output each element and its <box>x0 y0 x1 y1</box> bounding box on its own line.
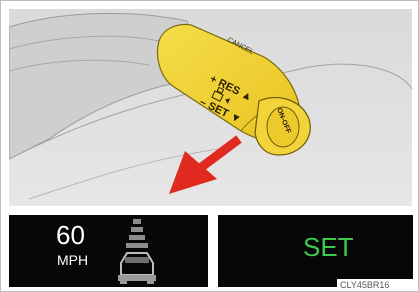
speed-unit-label: MPH <box>57 252 89 268</box>
image-code-label: CLY45BR16 <box>337 279 417 291</box>
vehicle-distance-icon <box>118 219 156 284</box>
speed-display-panel: 60 MPH <box>9 215 208 287</box>
cruise-set-indicator: SET <box>303 232 354 262</box>
figure-frame: CANCEL + RES ▲ – SET ▼ ON-OFF 60 MPH SET… <box>0 0 419 292</box>
status-display-panel: SET <box>218 215 413 287</box>
cruise-lever-illustration: CANCEL + RES ▲ – SET ▼ ON-OFF <box>9 9 412 206</box>
set-speed-value: 60 <box>56 220 85 250</box>
